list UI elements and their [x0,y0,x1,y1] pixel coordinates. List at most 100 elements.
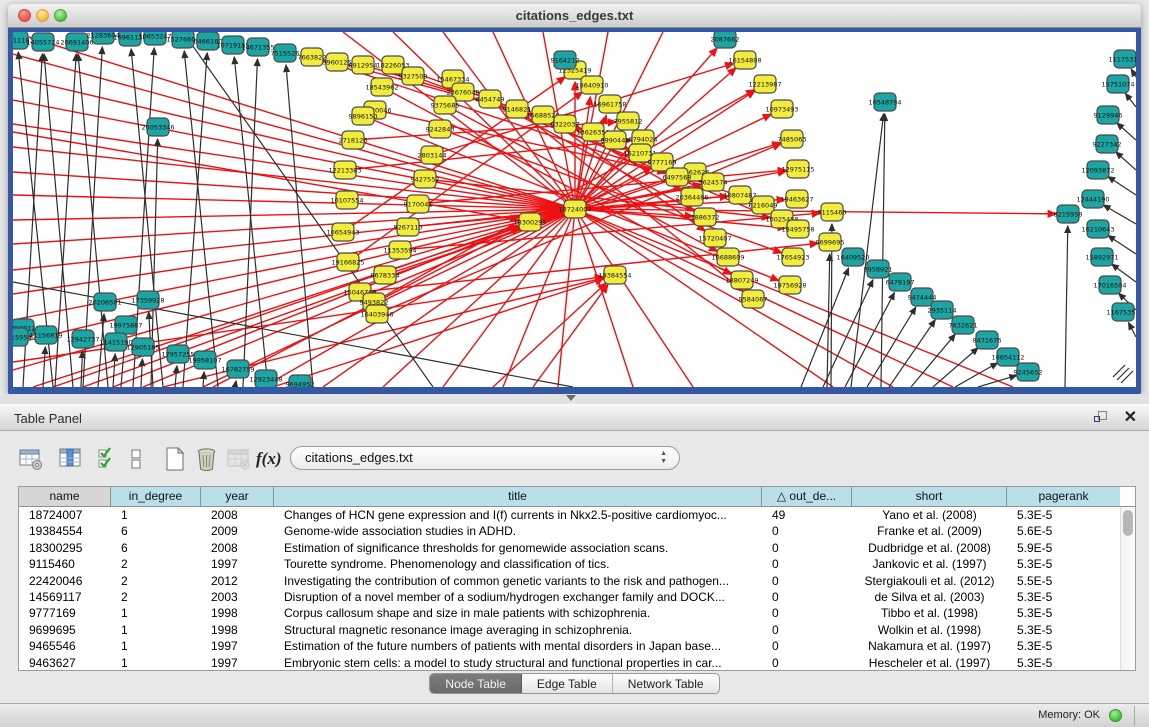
column-header-name[interactable]: name [19,487,111,506]
column-visibility-icon[interactable] [58,446,86,474]
citation-edge-black[interactable] [1065,226,1068,387]
graph-node[interactable]: 2803144 [418,146,447,164]
close-panel-icon[interactable]: ✕ [1124,408,1137,428]
graph-node[interactable]: 9322037 [551,115,580,133]
select-rows-icon[interactable] [96,446,124,474]
graph-node[interactable]: 9242843 [426,120,455,138]
table-vertical-scrollbar[interactable] [1120,507,1135,670]
citation-edge-black[interactable] [113,354,115,387]
graph-node[interactable]: 7515526 [271,44,300,62]
graph-node[interactable]: 6497568 [663,168,692,186]
graph-node[interactable]: 8912954 [349,56,378,74]
graph-node[interactable]: 9678334 [371,266,400,284]
graph-node[interactable]: 9170041 [404,195,433,213]
graph-node[interactable]: 6479197 [886,273,915,291]
split-pane-divider[interactable] [0,394,1149,404]
graph-node[interactable]: 16210643 [1081,220,1114,238]
graph-node[interactable]: 20206501 [88,293,121,311]
graph-node[interactable]: 7955812 [614,112,643,130]
citation-edge-black[interactable] [1125,93,1136,107]
citation-edge-black[interactable] [141,359,142,387]
graph-node[interactable]: 12975115 [781,160,814,178]
graph-node[interactable]: 17654923 [776,248,809,266]
column-header-out-degree[interactable]: △ out_de... [762,487,852,506]
graph-node[interactable]: 9960125 [323,53,352,71]
graph-node[interactable]: 9227342 [1093,135,1122,153]
graph-node[interactable]: 16548794 [868,93,901,111]
graph-node[interactable]: 19463627 [780,190,813,208]
function-builder-icon[interactable]: f(x) [256,449,284,477]
graph-node[interactable]: 9699695 [816,233,845,251]
table-row[interactable]: 946362711997Embryonic stem cells: a mode… [19,655,1135,671]
graph-node[interactable]: 9427552 [411,170,440,188]
tab-edge-table[interactable]: Edge Table [522,674,613,693]
column-header-year[interactable]: year [201,487,274,506]
graph-node[interactable]: 8990448 [601,131,630,149]
citation-edge-black[interactable] [1113,365,1125,377]
column-header-title[interactable]: title [274,487,762,506]
citation-edge-black[interactable] [978,375,1017,387]
graph-node[interactable]: 9245652 [1014,363,1043,381]
graph-node[interactable]: 7886372 [691,208,720,226]
graph-node[interactable]: 16409520 [836,248,869,266]
citation-edge-black[interactable] [867,307,916,387]
table-row[interactable]: 1938455462009Genome-wide association stu… [19,523,1135,539]
new-table-icon[interactable] [162,446,190,474]
graph-node[interactable]: 19384554 [598,266,631,284]
citation-edge-black[interactable] [1129,323,1136,337]
float-panel-icon[interactable] [1094,411,1109,426]
network-window-titlebar[interactable]: citations_edges.txt [8,4,1141,28]
table-row[interactable]: 1456911722003Disruption of a novel membe… [19,589,1135,605]
citation-edge-black[interactable] [933,348,978,387]
table-row[interactable]: 946554611997Estimation of the future num… [19,638,1135,654]
delete-table-icon[interactable] [194,446,222,474]
citation-edge-red[interactable] [493,283,606,387]
graph-node[interactable]: 9129946 [1094,106,1123,124]
graph-node[interactable]: 15892971 [1085,248,1118,266]
graph-node[interactable]: 3624574 [699,173,728,191]
citation-edge-black[interactable] [881,114,885,387]
citation-edge-black[interactable] [1131,69,1136,77]
table-source-select[interactable]: citations_edges.txt ▲▼ [290,446,680,470]
column-header-pagerank[interactable]: pagerank [1007,487,1120,506]
graph-node[interactable]: 9327508 [399,67,428,85]
citation-edge-red[interactable] [533,285,608,387]
clear-selection-icon[interactable] [124,446,152,474]
graph-node[interactable]: 11175310 [1108,50,1136,68]
graph-node[interactable]: 9164212 [551,51,580,69]
citation-edge-red[interactable] [13,209,575,294]
graph-node[interactable]: 2087662 [711,32,740,48]
tab-node-table[interactable]: Node Table [430,674,522,693]
graph-node[interactable]: 2935114 [928,301,957,319]
graph-node[interactable]: 9115460 [818,203,847,221]
graph-node[interactable]: 11675353 [1106,303,1136,321]
citation-edge-black[interactable] [43,347,45,387]
graph-node[interactable]: 15751074 [1101,75,1134,93]
tab-network-table[interactable]: Network Table [613,674,719,693]
citation-edge-black[interactable] [183,53,207,387]
citation-edge-red[interactable] [13,209,575,370]
graph-node[interactable]: 17359928 [131,291,164,309]
graph-node[interactable]: 8454749 [476,90,505,108]
network-canvas[interactable]: 1901110314055724206914062128360416961138… [13,32,1136,387]
citation-edge-black[interactable] [1116,152,1136,170]
citation-edge-black[interactable] [1117,368,1129,380]
column-header-short[interactable]: short [852,487,1007,506]
graph-node[interactable]: 9584067 [739,290,768,308]
memory-ok-indicator-icon[interactable] [1109,709,1122,722]
graph-node[interactable]: 16154808 [728,51,761,69]
graph-node[interactable]: 20053346 [141,118,174,136]
citation-edge-black[interactable] [235,381,236,387]
graph-node[interactable]: 12093872 [1081,161,1114,179]
citation-edge-red[interactable] [575,209,633,387]
graph-node[interactable]: 10654943 [326,223,359,241]
citation-edge-black[interactable] [1117,123,1136,140]
citation-edge-black[interactable] [81,351,83,387]
table-row[interactable]: 977716911998Corpus callosum shape and si… [19,605,1135,621]
graph-node[interactable]: 12942737 [66,330,99,348]
column-header-in-degree[interactable]: in_degree [111,487,201,506]
graph-node[interactable]: 9375685 [431,96,460,114]
graph-node[interactable]: 17016504 [1093,276,1126,294]
citation-edge-black[interactable] [1121,371,1133,383]
graph-node[interactable]: 8215958 [1054,205,1083,223]
